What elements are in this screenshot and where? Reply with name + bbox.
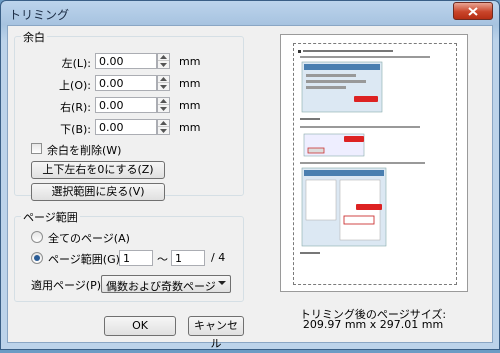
all-pages-radio[interactable]	[31, 231, 43, 243]
remove-margin-label[interactable]: 余白を削除(W)	[47, 142, 121, 158]
page-range-group: ページ範囲 全てのページ(A) ページ範囲(G) 1 〜 1 / 4 適用ページ…	[14, 209, 244, 302]
bottom-margin-label: 下(B):	[60, 123, 91, 136]
cancel-button[interactable]: キャンセル	[188, 316, 244, 350]
trimmed-size-value: 209.97 mm x 297.01 mm	[302, 318, 444, 331]
right-margin-spinner[interactable]	[157, 97, 170, 113]
spin-up-icon	[160, 77, 167, 81]
bottom-margin-unit: mm	[179, 121, 201, 134]
trimming-dialog: トリミング 余白 左(L): 0.00 mm 上(O): 0.00 mm 右(R…	[0, 0, 500, 350]
apply-pages-label: 適用ページ(P):	[31, 279, 105, 292]
page-range-separator: 〜	[157, 253, 168, 266]
dialog-body: 余白 左(L): 0.00 mm 上(O): 0.00 mm 右(R): 0.0…	[7, 25, 493, 350]
restore-selection-button[interactable]: 選択範囲に戻る(V)	[31, 183, 165, 201]
bottom-margin-spinner[interactable]	[157, 119, 170, 135]
page-total: / 4	[211, 251, 226, 264]
spin-up-icon	[160, 55, 167, 59]
top-margin-spinner[interactable]	[157, 75, 170, 91]
window-title: トリミング	[9, 8, 70, 22]
chevron-down-icon	[218, 281, 226, 285]
top-margin-unit: mm	[179, 77, 201, 90]
left-margin-unit: mm	[179, 55, 201, 68]
top-margin-input[interactable]: 0.00	[95, 75, 157, 91]
margin-group: 余白 左(L): 0.00 mm 上(O): 0.00 mm 右(R): 0.0…	[14, 29, 244, 201]
apply-pages-select[interactable]: 偶数および奇数ページ	[101, 275, 231, 293]
remove-margin-checkbox[interactable]	[31, 143, 42, 154]
close-button[interactable]	[453, 2, 493, 20]
spin-up-icon	[160, 121, 167, 125]
spin-up-icon	[160, 99, 167, 103]
right-margin-label: 右(R):	[60, 101, 91, 114]
trim-boundary[interactable]	[293, 43, 457, 285]
left-margin-label: 左(L):	[61, 57, 91, 70]
title-bar[interactable]: トリミング	[1, 1, 499, 25]
page-preview	[280, 34, 468, 292]
page-range-group-title: ページ範囲	[21, 209, 80, 225]
page-from-input[interactable]: 1	[119, 250, 153, 266]
spin-down-icon	[160, 84, 167, 89]
bottom-margin-input[interactable]: 0.00	[95, 119, 157, 135]
page-range-label[interactable]: ページ範囲(G)	[48, 251, 120, 267]
page-to-input[interactable]: 1	[171, 250, 205, 266]
spin-down-icon	[160, 128, 167, 133]
close-icon	[468, 6, 478, 16]
spin-down-icon	[160, 106, 167, 111]
apply-pages-value: 偶数および奇数ページ	[106, 280, 216, 293]
left-margin-input[interactable]: 0.00	[95, 53, 157, 69]
right-margin-input[interactable]: 0.00	[95, 97, 157, 113]
margin-group-title: 余白	[21, 29, 47, 45]
ok-button[interactable]: OK	[104, 316, 176, 336]
page-range-radio[interactable]	[31, 252, 43, 264]
left-margin-spinner[interactable]	[157, 53, 170, 69]
zero-margins-button[interactable]: 上下左右を0にする(Z)	[31, 161, 165, 179]
spin-down-icon	[160, 62, 167, 67]
page-thumbnail-image	[298, 50, 430, 254]
right-margin-unit: mm	[179, 99, 201, 112]
top-margin-label: 上(O):	[59, 79, 91, 92]
all-pages-label[interactable]: 全てのページ(A)	[48, 230, 130, 246]
